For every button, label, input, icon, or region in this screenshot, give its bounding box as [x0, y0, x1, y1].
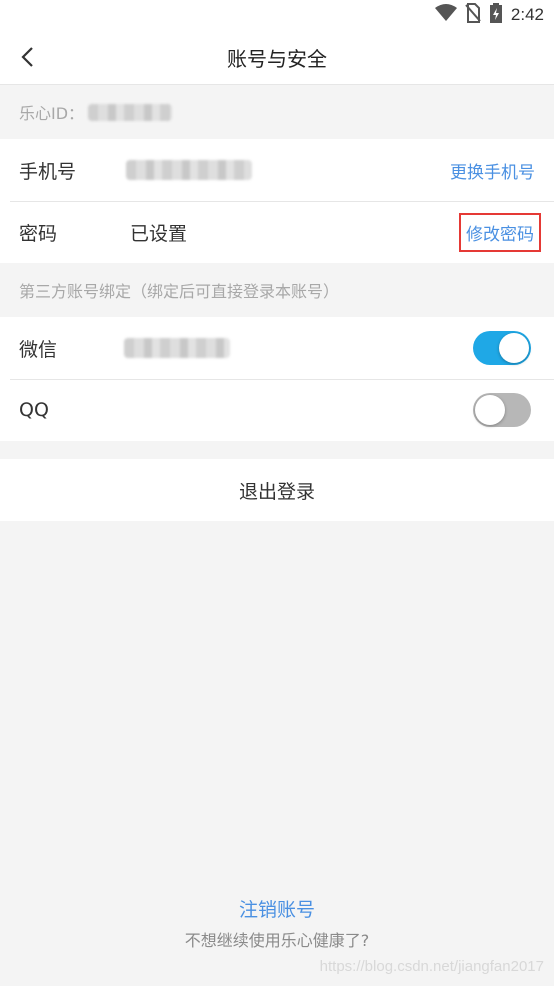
nav-bar: 账号与安全 [0, 30, 554, 85]
change-password-link[interactable]: 修改密码 [459, 212, 541, 252]
status-time: 2:42 [510, 5, 544, 24]
account-group: 手机号 更换手机号 密码 已设置 修改密码 [0, 139, 554, 263]
password-row: 密码 已设置 修改密码 [0, 201, 554, 263]
password-label: 密码 [19, 222, 58, 245]
toggle-knob [499, 333, 529, 363]
page-title: 账号与安全 [227, 47, 327, 71]
account-id-value-redacted [88, 103, 173, 121]
wechat-toggle[interactable] [473, 331, 531, 365]
phone-label: 手机号 [19, 160, 77, 183]
third-party-section-title: 第三方账号绑定（绑定后可直接登录本账号） [19, 282, 340, 301]
phone-row: 手机号 更换手机号 [0, 139, 554, 201]
battery-charging-icon [489, 3, 503, 27]
wifi-icon [434, 4, 457, 26]
qq-row: QQ [0, 379, 554, 441]
qq-label: QQ [19, 399, 49, 421]
qq-toggle[interactable] [473, 393, 531, 427]
watermark: https://blog.csdn.net/jiangfan2017 [319, 958, 544, 975]
wechat-label: 微信 [19, 338, 58, 361]
status-bar: 2:42 [0, 0, 554, 30]
phone-value-redacted [126, 160, 252, 180]
wechat-account-redacted [124, 338, 230, 358]
wechat-row: 微信 [0, 317, 554, 379]
account-id-row: 乐心ID： [0, 85, 554, 139]
no-sim-icon [465, 3, 481, 27]
toggle-knob [475, 395, 505, 425]
account-id-label: 乐心ID： [19, 104, 85, 123]
logout-button[interactable]: 退出登录 [0, 459, 554, 521]
third-party-group: 微信 QQ [0, 317, 554, 441]
change-phone-link[interactable]: 更换手机号 [450, 158, 535, 183]
cancel-account-hint: 不想继续使用乐心健康了? [184, 931, 370, 950]
cancel-account-link[interactable]: 注销账号 [0, 895, 554, 922]
password-status: 已设置 [130, 222, 188, 245]
